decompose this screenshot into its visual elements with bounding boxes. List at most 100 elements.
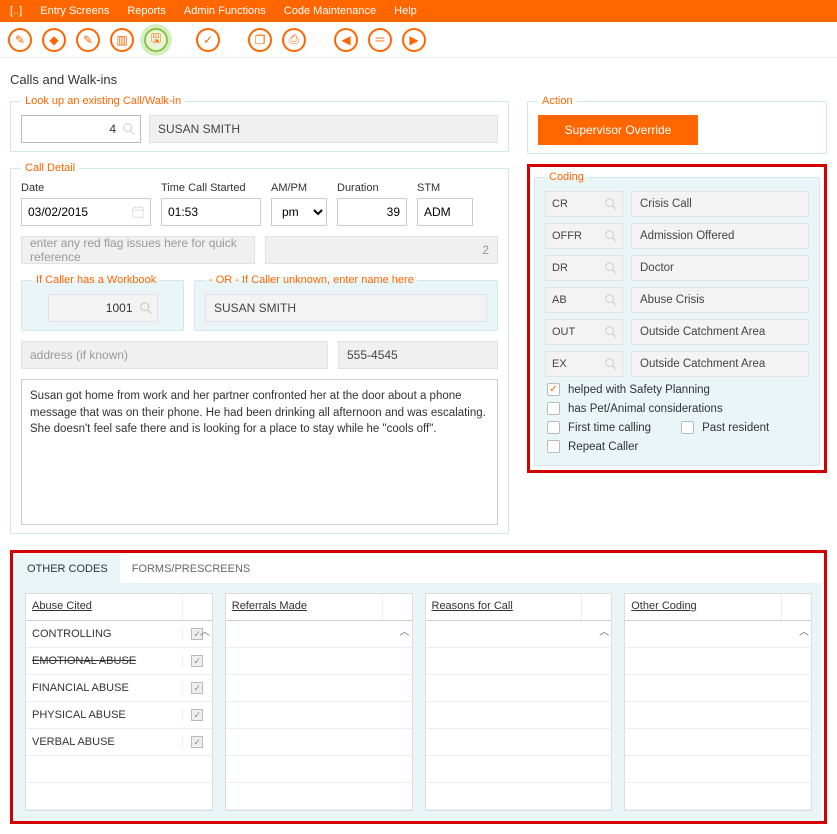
coding-code-input[interactable]: DR	[545, 255, 623, 281]
scroll-up-icon[interactable]: ︿	[599, 623, 609, 638]
phone-input[interactable]: 555-4545	[338, 341, 498, 369]
checkbox[interactable]	[547, 383, 560, 396]
print-icon[interactable]: ⎙	[282, 28, 306, 52]
duration-input[interactable]	[337, 198, 407, 226]
table-row[interactable]	[26, 756, 212, 783]
menu-item[interactable]: Admin Functions	[184, 5, 266, 17]
row-checkbox[interactable]	[191, 736, 203, 748]
save-icon[interactable]: 🖫	[144, 28, 168, 52]
checkbox[interactable]	[547, 402, 560, 415]
table-row[interactable]	[426, 621, 612, 648]
lookup-fieldset: Look up an existing Call/Walk-in 4 SUSAN…	[10, 95, 509, 152]
edit-icon[interactable]: ✎	[76, 28, 100, 52]
prev-icon[interactable]: ◀	[334, 28, 358, 52]
menu-item[interactable]: Help	[394, 5, 417, 17]
search-icon[interactable]	[122, 122, 136, 136]
table-row[interactable]: CONTROLLING	[26, 621, 212, 648]
table-row[interactable]: FINANCIAL ABUSE	[26, 675, 212, 702]
table-row[interactable]	[625, 756, 811, 783]
column-header-blank	[781, 594, 811, 620]
scroll-up-icon[interactable]: ︿	[799, 623, 809, 638]
calendar-icon[interactable]	[131, 205, 145, 219]
coding-code-input[interactable]: EX	[545, 351, 623, 377]
table-row[interactable]	[226, 675, 412, 702]
lookup-id-input[interactable]: 4	[21, 115, 141, 143]
table-row[interactable]	[625, 648, 811, 675]
search-icon[interactable]	[604, 357, 618, 371]
menu-item[interactable]: Entry Screens	[40, 5, 109, 17]
unknown-name-input[interactable]: SUSAN SMITH	[205, 294, 487, 322]
table-row[interactable]	[226, 621, 412, 648]
tab-other-codes[interactable]: OTHER CODES	[15, 555, 120, 583]
redflag-input[interactable]: enter any red flag issues here for quick…	[21, 236, 255, 264]
checkbox-label: Past resident	[702, 422, 769, 434]
column-header[interactable]: Referrals Made	[226, 594, 382, 620]
table-row[interactable]: EMOTIONAL ABUSE	[26, 648, 212, 675]
list-icon[interactable]: ▥	[110, 28, 134, 52]
row-checkbox[interactable]	[191, 655, 203, 667]
copy-icon[interactable]: ❐	[248, 28, 272, 52]
table-row[interactable]	[226, 702, 412, 729]
lookup-name: SUSAN SMITH	[149, 115, 498, 143]
tag-icon[interactable]: ◆	[42, 28, 66, 52]
row-checkbox[interactable]	[191, 682, 203, 694]
checkbox[interactable]	[681, 421, 694, 434]
duration-label: Duration	[337, 182, 407, 194]
table-row[interactable]: PHYSICAL ABUSE	[26, 702, 212, 729]
coding-code-text: Doctor	[631, 255, 809, 281]
coding-code-input[interactable]: CR	[545, 191, 623, 217]
new-icon[interactable]: ✎	[8, 28, 32, 52]
search-icon[interactable]	[604, 293, 618, 307]
table-row[interactable]	[426, 783, 612, 810]
table-row[interactable]	[226, 756, 412, 783]
table-row[interactable]	[426, 648, 612, 675]
search-icon[interactable]	[604, 197, 618, 211]
table-row[interactable]: VERBAL ABUSE	[26, 729, 212, 756]
menu-item[interactable]: [..]	[10, 5, 22, 17]
table-row[interactable]	[426, 756, 612, 783]
search-icon[interactable]	[139, 301, 153, 315]
table-row[interactable]	[426, 702, 612, 729]
table-row[interactable]	[426, 675, 612, 702]
table-row[interactable]	[625, 783, 811, 810]
tab-forms-prescreens[interactable]: FORMS/PRESCREENS	[120, 555, 263, 583]
supervisor-override-button[interactable]: Supervisor Override	[538, 115, 698, 145]
coding-code-input[interactable]: OUT	[545, 319, 623, 345]
column-header-blank	[581, 594, 611, 620]
row-checkbox[interactable]	[191, 709, 203, 721]
checkbox-label: Repeat Caller	[568, 441, 638, 453]
table-row[interactable]	[426, 729, 612, 756]
table-row[interactable]	[26, 783, 212, 810]
table-row[interactable]	[625, 675, 811, 702]
time-input[interactable]	[161, 198, 261, 226]
table-row[interactable]	[226, 729, 412, 756]
menu-item[interactable]: Reports	[127, 5, 166, 17]
table-row[interactable]	[226, 783, 412, 810]
column-header[interactable]: Abuse Cited	[26, 594, 182, 620]
scroll-up-icon[interactable]: ︿	[400, 623, 410, 638]
workbook-input[interactable]: 1001	[48, 294, 158, 322]
checkbox[interactable]	[547, 421, 560, 434]
coding-code-input[interactable]: AB	[545, 287, 623, 313]
search-icon[interactable]	[604, 261, 618, 275]
table-row[interactable]	[226, 648, 412, 675]
stm-input[interactable]	[417, 198, 473, 226]
table-row[interactable]	[625, 729, 811, 756]
equals-icon[interactable]: ＝	[368, 28, 392, 52]
address-input[interactable]: address (if known)	[21, 341, 328, 369]
column-header[interactable]: Reasons for Call	[426, 594, 582, 620]
table-row[interactable]	[625, 702, 811, 729]
stm-label: STM	[417, 182, 473, 194]
table-row[interactable]	[625, 621, 811, 648]
checkbox[interactable]	[547, 440, 560, 453]
check-icon[interactable]: ✓	[196, 28, 220, 52]
coding-code-input[interactable]: OFFR	[545, 223, 623, 249]
scroll-up-icon[interactable]: ︿	[200, 623, 210, 638]
notes-textarea[interactable]: Susan got home from work and her partner…	[21, 379, 498, 525]
search-icon[interactable]	[604, 325, 618, 339]
column-header[interactable]: Other Coding	[625, 594, 781, 620]
search-icon[interactable]	[604, 229, 618, 243]
menu-item[interactable]: Code Maintenance	[284, 5, 376, 17]
ampm-select[interactable]: pm	[271, 198, 327, 226]
next-icon[interactable]: ▶	[402, 28, 426, 52]
